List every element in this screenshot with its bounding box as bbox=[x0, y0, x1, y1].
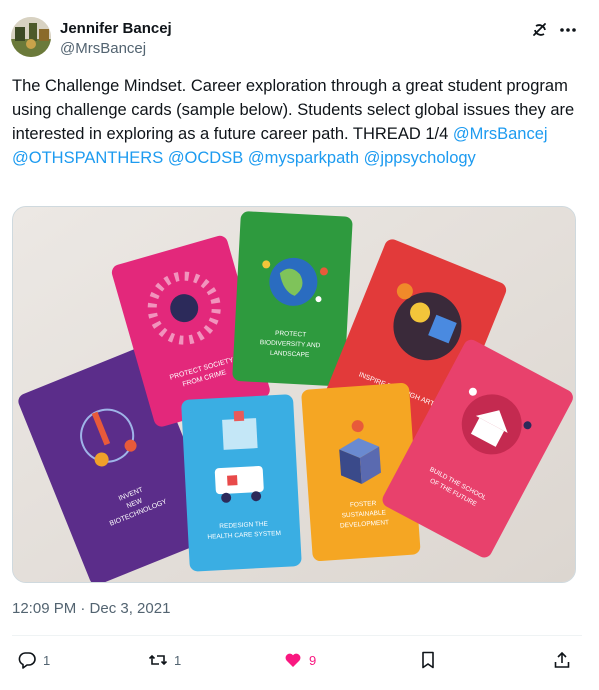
like-button[interactable]: 9 bbox=[283, 648, 316, 672]
mention-jppsychology[interactable]: @jppsychology bbox=[364, 149, 476, 167]
avatar[interactable] bbox=[11, 17, 51, 57]
card-health: REDESIGN THE HEALTH CARE SYSTEM bbox=[181, 394, 302, 572]
share-icon bbox=[554, 651, 570, 668]
bookmark-icon bbox=[422, 651, 434, 669]
grok-icon[interactable] bbox=[530, 20, 550, 40]
tweet-photo[interactable]: INVENT NEW BIOTECHNOLOGY PROTECT SOCIETY… bbox=[12, 206, 576, 583]
like-icon bbox=[285, 653, 301, 667]
card-biodiversity: PROTECT BIODIVERSITY AND LANDSCAPE bbox=[232, 211, 353, 387]
retweet-button[interactable]: 1 bbox=[148, 648, 181, 672]
timestamp[interactable]: 12:09 PM · Dec 3, 2021 bbox=[12, 600, 170, 617]
mention-othspanthers[interactable]: @OTHSPANTHERS bbox=[12, 149, 163, 167]
tweet-text: The Challenge Mindset. Career exploratio… bbox=[12, 74, 582, 170]
share-button[interactable] bbox=[552, 648, 572, 672]
like-count: 9 bbox=[309, 652, 317, 668]
mention-ocdsb[interactable]: @OCDSB bbox=[168, 149, 243, 167]
retweet-count: 1 bbox=[174, 652, 182, 668]
bookmark-button[interactable] bbox=[418, 648, 438, 672]
author-name[interactable]: Jennifer Bancej bbox=[60, 20, 172, 37]
reply-count: 1 bbox=[43, 652, 51, 668]
divider bbox=[12, 635, 582, 636]
more-icon[interactable] bbox=[557, 20, 579, 40]
reply-button[interactable]: 1 bbox=[17, 648, 50, 672]
author-handle[interactable]: @MrsBancej bbox=[60, 40, 146, 57]
tweet: Jennifer Bancej @MrsBancej The Challenge… bbox=[0, 0, 599, 690]
mention-mysparkpath[interactable]: @mysparkpath bbox=[248, 149, 359, 167]
reply-icon bbox=[18, 652, 36, 669]
retweet-icon bbox=[148, 654, 168, 666]
mention-mrsbancej[interactable]: @MrsBancej bbox=[453, 125, 548, 143]
